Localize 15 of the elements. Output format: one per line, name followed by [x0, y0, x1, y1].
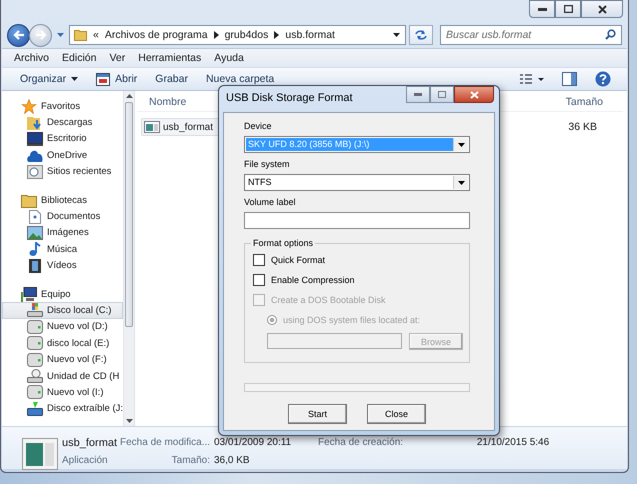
file-name: usb_format — [141, 118, 220, 136]
file-size: 36 KB — [568, 121, 597, 133]
file-name: usb_format — [62, 437, 116, 451]
field-label: Device — [244, 120, 273, 132]
dialog-title: USB Disk Storage Format — [226, 92, 353, 104]
file-type: Aplicación — [62, 455, 109, 468]
property-label: Tamaño: — [170, 455, 210, 468]
property-value: 36,0 KB — [214, 455, 251, 468]
field-label: Volume label — [244, 196, 297, 208]
property-value: 21/10/2015 5:46 — [476, 437, 550, 450]
property-label: Fecha de creación: — [318, 437, 404, 450]
group-title: Format options — [252, 237, 314, 249]
property-label: Fecha de modifica... — [120, 437, 210, 450]
field-label: File system — [244, 158, 291, 170]
property-value: 03/01/2009 20:11 — [214, 437, 292, 450]
